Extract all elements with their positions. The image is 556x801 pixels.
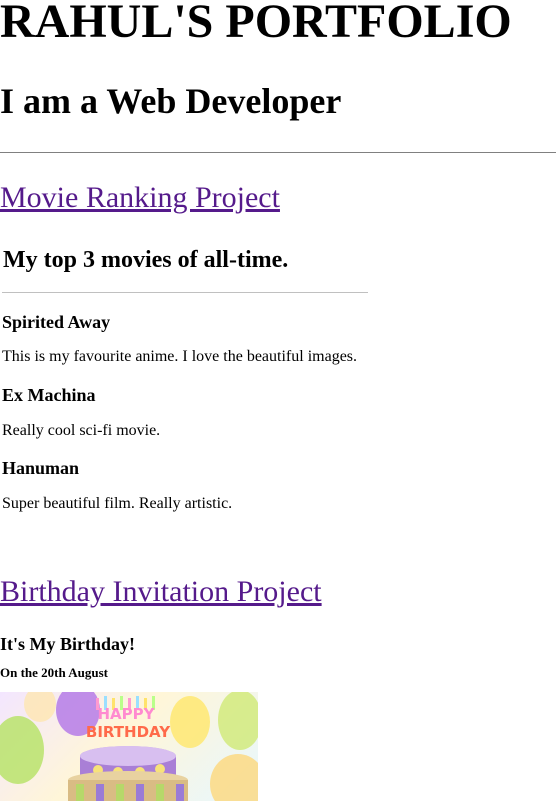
movie-title: Hanuman (2, 458, 80, 478)
movie-description: Really cool sci-fi movie. (2, 422, 161, 439)
movies-heading: My top 3 movies of all-time. (3, 247, 289, 273)
birthday-heading: It's My Birthday! (0, 634, 135, 654)
page-subtitle: I am a Web Developer (0, 81, 342, 121)
cake-icon (68, 746, 188, 801)
balloon-icon (0, 716, 44, 784)
happy-candle-text: HAPPY (97, 705, 155, 723)
birthday-candle-text: BIRTHDAY (86, 723, 171, 741)
movies-divider (2, 292, 368, 293)
birthday-cake-illustration: HAPPY BIRTHDAY (0, 692, 258, 801)
page-title: RAHUL'S PORTFOLIO (0, 0, 512, 48)
birthday-project-link[interactable]: Birthday Invitation Project (0, 575, 322, 609)
balloon-icon (24, 692, 56, 722)
movie-project-link[interactable]: Movie Ranking Project (0, 181, 280, 215)
balloon-icon (218, 692, 258, 750)
movie-title: Ex Machina (2, 385, 96, 405)
movie-description: Super beautiful film. Really artistic. (2, 495, 233, 512)
movie-description: This is my favourite anime. I love the b… (2, 348, 358, 365)
balloon-icon (210, 754, 258, 801)
movie-title: Spirited Away (2, 312, 111, 332)
birthday-cake-image: HAPPY BIRTHDAY (0, 692, 258, 801)
birthday-date: On the 20th August (0, 665, 108, 680)
section-divider (0, 152, 556, 153)
balloon-icon (170, 696, 210, 748)
